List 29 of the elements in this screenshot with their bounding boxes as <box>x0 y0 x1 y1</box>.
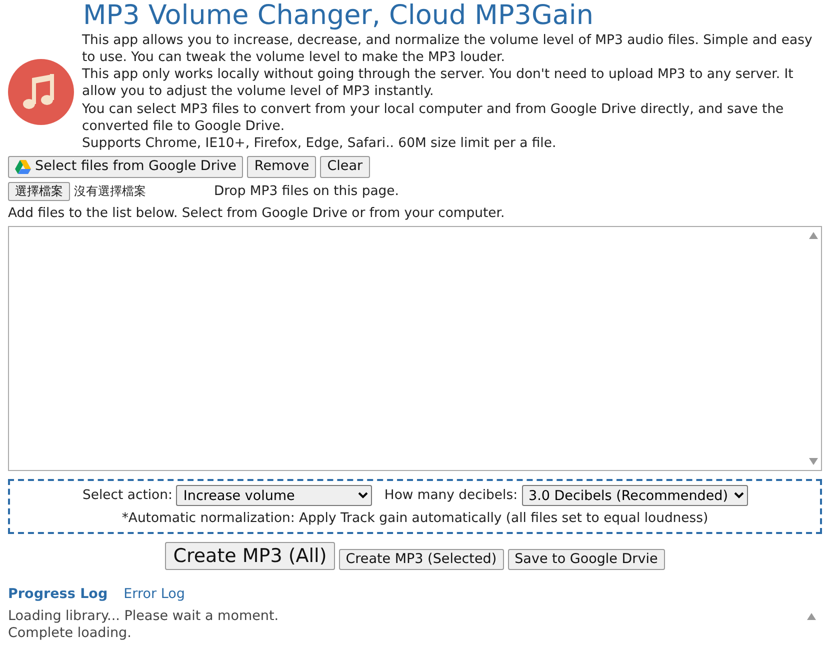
toolbar-button[interactable]: Clear <box>320 156 370 178</box>
scroll-up-icon[interactable] <box>809 232 818 240</box>
description-text: This app allows you to increase, decrease, and normalize the volume level of MP3 audio files. Simple and easy to use. You can tweak the volume level to make the MP3 louder. <box>82 32 814 66</box>
page-title: MP3 Volume Changer, Cloud MP3Gain <box>82 0 595 32</box>
log-line: Complete loading. <box>8 625 132 643</box>
description-text: You can select MP3 files to convert from your local computer and from Google Drive directly, and save the converted file to Google Drive. <box>82 100 785 135</box>
file-status-text: 沒有選擇檔案 <box>74 184 146 200</box>
action-button[interactable]: Create MP3 (All) <box>165 542 335 570</box>
list-hint: Add files to the list below. Select from Google Drive or from your computer. <box>8 205 506 222</box>
scroll-up-icon[interactable] <box>807 612 816 620</box>
log-line: Loading library... Please wait a moment. <box>8 608 279 626</box>
description-text: This app only works locally without going through the server. You don't need to upload MP3 to any server. It allow you to adjust the volume level of MP3 instantly. <box>82 66 794 101</box>
normalization-note: *Automatic normalization: Apply Track gain automatically (all files set to equal loudness) <box>122 510 708 528</box>
action-button[interactable]: Save to Google Drvie <box>508 548 665 570</box>
action-select[interactable]: Increase volume <box>176 485 372 506</box>
decibels-select[interactable]: 3.0 Decibels (Recommended) <box>522 485 748 506</box>
log-tab[interactable]: Progress Log <box>8 586 108 604</box>
action-label: Select action: <box>82 487 172 504</box>
scroll-down-icon[interactable] <box>809 458 818 466</box>
music-note-icon <box>8 59 74 126</box>
toolbar-button[interactable]: Remove <box>247 156 316 178</box>
action-button[interactable]: Create MP3 (Selected) <box>338 548 504 570</box>
log-tab[interactable]: Error Log <box>124 586 185 604</box>
drive-icon <box>15 160 31 174</box>
decibels-label: How many decibels: <box>384 487 518 504</box>
description-text: Supports Chrome, IE10+, Firefox, Edge, Safari.. 60M size limit per a file. <box>82 134 558 152</box>
drop-hint: Drop MP3 files on this page. <box>214 182 399 200</box>
choose-file-button[interactable]: 選擇檔案 <box>8 182 70 202</box>
google-drive-button[interactable]: Select files from Google Drive <box>8 156 244 178</box>
